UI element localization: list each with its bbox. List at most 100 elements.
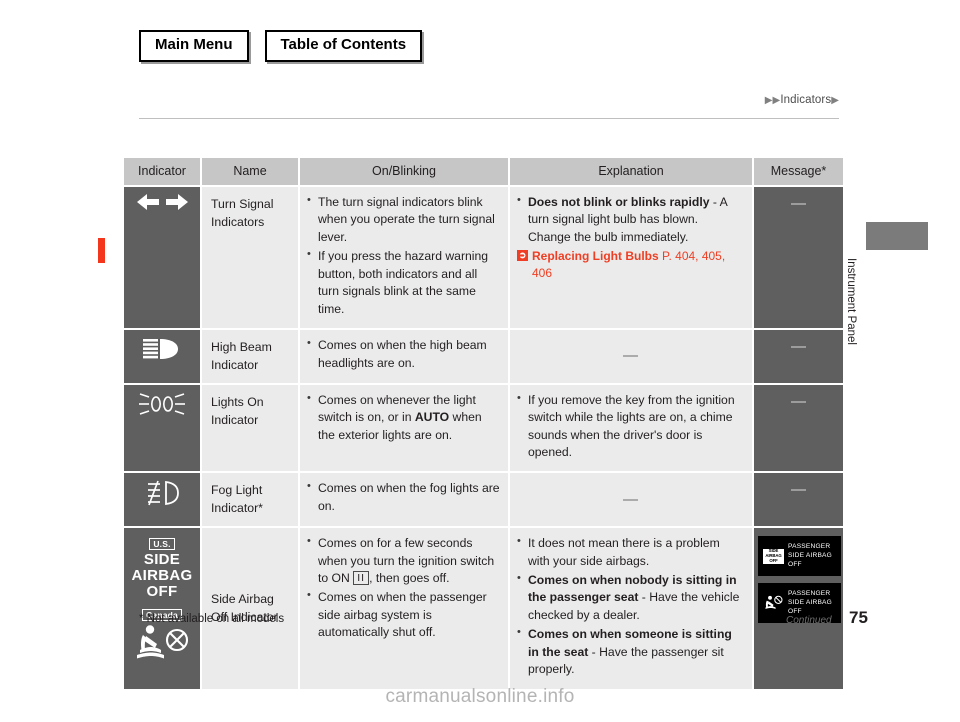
on-blinking-text-post: , then goes off.	[369, 571, 450, 585]
list-item: The turn signal indicators blink when yo…	[307, 193, 500, 246]
side-airbag-off-icon: U.S. SIDE AIRBAG OFF Canada	[126, 534, 198, 667]
indicator-icon-cell	[124, 330, 200, 383]
column-header-name: Name	[202, 158, 298, 185]
column-header-on-blinking: On/Blinking	[300, 158, 508, 185]
table-row: High Beam Indicator Comes on when the hi…	[124, 330, 843, 383]
list-item: Comes on when nobody is sitting in the p…	[517, 571, 744, 624]
section-tab-label: Instrument Panel	[845, 258, 857, 345]
indicator-icon-cell	[124, 384, 200, 472]
indicator-name-cell: Lights On Indicator	[202, 384, 298, 472]
list-item: It does not mean there is a problem with…	[517, 534, 744, 570]
on-blinking-cell: Comes on when the fog lights are on.	[300, 473, 508, 527]
explanation-cell: —	[510, 473, 752, 527]
table-row: U.S. SIDE AIRBAG OFF Canada Side Airbag …	[124, 528, 843, 689]
page-number: 75	[849, 608, 868, 627]
continued-label: Continued	[786, 615, 832, 626]
breadcrumb-right-arrow-icon: ▶	[831, 95, 839, 106]
indicator-name-cell: Side Airbag Off Indicator	[202, 528, 298, 689]
message-cell: —	[754, 330, 843, 383]
explanation-cell: It does not mean there is a problem with…	[510, 528, 752, 689]
cross-reference-link[interactable]: ➲ Replacing Light Bulbs P. 404, 405, 406	[517, 248, 744, 282]
airbag-text-line1: SIDE	[143, 551, 181, 569]
badge-line3: OFF	[769, 557, 778, 563]
high-beam-icon	[143, 339, 178, 360]
breadcrumb-text: ▶▶Indicators▶	[765, 94, 839, 106]
cross-reference-title: Replacing Light Bulbs	[532, 249, 659, 264]
message-line1: PASSENGER	[788, 590, 831, 598]
column-header-indicator: Indicator	[124, 158, 200, 185]
breadcrumb-label[interactable]: Indicators	[780, 94, 831, 106]
column-header-message: Message*	[754, 158, 843, 185]
fog-light-icon	[148, 481, 179, 506]
list-item: Comes on when someone is sitting in the …	[517, 625, 744, 678]
on-blinking-cell: Comes on for a few seconds when you turn…	[300, 528, 508, 689]
indicators-table-container: Indicator Name On/Blinking Explanation M…	[122, 156, 843, 691]
empty-dash: —	[791, 392, 806, 410]
empty-dash: —	[623, 347, 638, 365]
footnote-text: * Not available on all models	[139, 613, 285, 625]
empty-dash: —	[791, 481, 806, 499]
explanation-bold-text: Does not blink or blinks rapidly	[528, 195, 710, 209]
on-blinking-cell: Comes on whenever the light switch is on…	[300, 384, 508, 472]
ignition-position-ii-icon: II	[353, 571, 370, 585]
occupant-airbag-off-icon	[765, 596, 783, 610]
message-text: PASSENGER SIDE AIRBAG OFF	[788, 590, 832, 616]
occupant-side-airbag-off-icon	[137, 625, 189, 659]
list-item: Comes on when the passenger side airbag …	[307, 588, 500, 641]
main-menu-button[interactable]: Main Menu	[139, 30, 249, 62]
list-item: Comes on whenever the light switch is on…	[307, 391, 500, 444]
table-row: Turn Signal Indicators The turn signal i…	[124, 187, 843, 329]
section-tab-marker	[866, 222, 928, 250]
side-airbag-off-badge-icon: SIDE AIRBAG OFF	[763, 548, 784, 564]
jump-arrow-icon: ➲	[517, 250, 528, 262]
on-blinking-bold-text: AUTO	[414, 410, 450, 425]
watermark-text: carmanualsonline.info	[385, 686, 575, 707]
airbag-text-line3: OFF	[146, 583, 178, 601]
breadcrumb-left-arrows-icon: ▶▶	[764, 95, 781, 106]
indicator-name-cell: Turn Signal Indicators	[202, 187, 298, 329]
airbag-text-line2: AIRBAG	[131, 567, 193, 585]
message-cell: —	[754, 187, 843, 329]
list-item: If you remove the key from the ignition …	[517, 391, 744, 462]
table-of-contents-button[interactable]: Table of Contents	[264, 30, 423, 62]
page-position-marker	[98, 238, 105, 263]
lights-on-icon	[139, 392, 185, 415]
message-line3: OFF	[788, 560, 802, 568]
on-blinking-cell: The turn signal indicators blink when yo…	[300, 187, 508, 329]
on-blinking-cell: Comes on when the high beam headlights a…	[300, 330, 508, 383]
message-cell: —	[754, 473, 843, 527]
message-text: PASSENGER SIDE AIRBAG OFF	[788, 543, 832, 569]
indicators-table: Indicator Name On/Blinking Explanation M…	[122, 156, 845, 691]
empty-dash: —	[791, 338, 806, 356]
indicator-icon-cell	[124, 187, 200, 329]
column-header-explanation: Explanation	[510, 158, 752, 185]
us-region-tag: U.S.	[149, 538, 175, 551]
empty-dash: —	[791, 195, 806, 212]
message-line3: OFF	[788, 607, 802, 615]
list-item: Comes on when the high beam headlights a…	[307, 336, 500, 372]
message-display-box: SIDE AIRBAG OFF PASSENGER SIDE AIRBAG OF…	[758, 536, 841, 577]
explanation-cell: —	[510, 330, 752, 383]
empty-dash: —	[623, 490, 638, 508]
message-cell: —	[754, 384, 843, 472]
indicator-name-cell: Fog Light Indicator*	[202, 473, 298, 527]
message-line1: PASSENGER	[788, 543, 831, 551]
indicator-icon-cell	[124, 473, 200, 527]
table-row: Lights On Indicator Comes on whenever th…	[124, 384, 843, 472]
explanation-cell: Does not blink or blinks rapidly - A tur…	[510, 187, 752, 329]
list-item: Comes on for a few seconds when you turn…	[307, 534, 500, 587]
message-line2: SIDE AIRBAG	[788, 598, 832, 606]
breadcrumb: ▶▶Indicators▶	[139, 90, 839, 108]
message-line2: SIDE AIRBAG	[788, 551, 832, 559]
turn-signal-arrows-icon	[126, 193, 198, 211]
table-header-row: Indicator Name On/Blinking Explanation M…	[124, 158, 843, 185]
top-navigation-bar: Main Menu Table of Contents	[139, 30, 423, 62]
list-item: Comes on when the fog lights are on.	[307, 479, 500, 515]
explanation-cell: If you remove the key from the ignition …	[510, 384, 752, 472]
indicator-name-cell: High Beam Indicator	[202, 330, 298, 383]
table-row: Fog Light Indicator* Comes on when the f…	[124, 473, 843, 527]
message-cell: SIDE AIRBAG OFF PASSENGER SIDE AIRBAG OF…	[754, 528, 843, 689]
header-divider	[139, 118, 839, 119]
list-item: Does not blink or blinks rapidly - A tur…	[517, 193, 744, 246]
indicator-icon-cell: U.S. SIDE AIRBAG OFF Canada	[124, 528, 200, 689]
